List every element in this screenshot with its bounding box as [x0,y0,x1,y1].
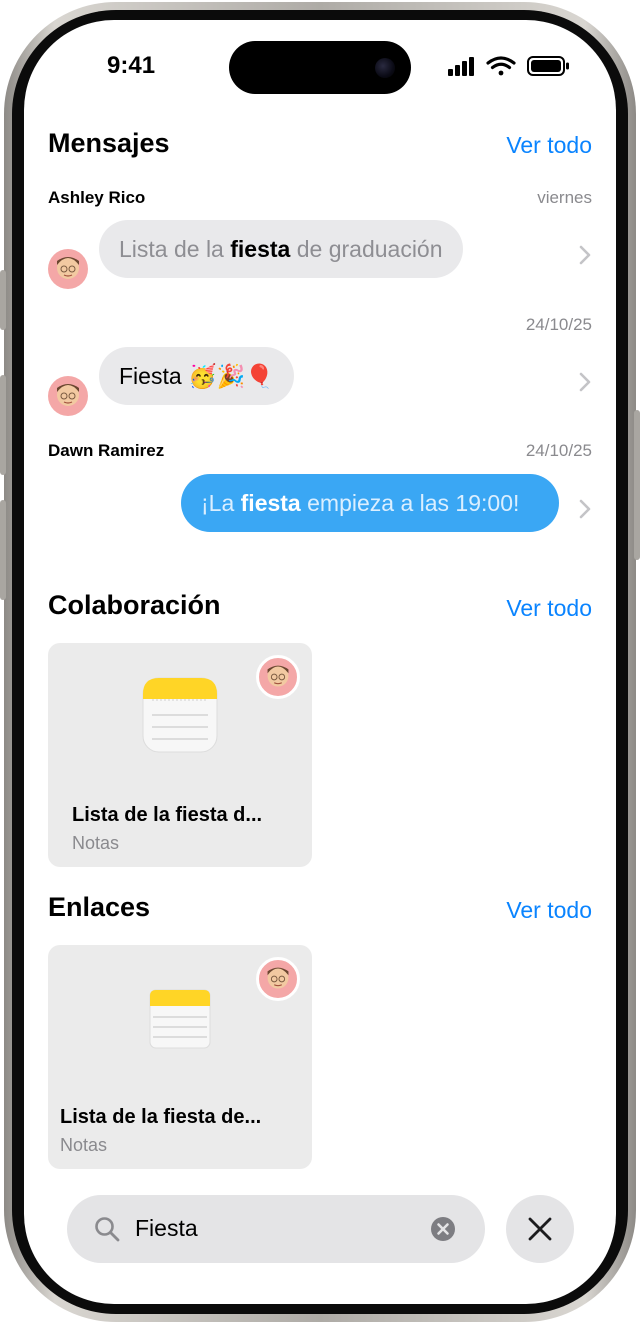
message-sender: Ashley Rico [48,188,146,207]
search-icon [95,1217,120,1242]
clear-icon[interactable] [430,1216,456,1242]
card-title: Lista de la fiesta de... [60,1106,262,1128]
wifi-icon [486,56,516,76]
messages-see-all-link[interactable]: Ver todo [506,132,592,159]
card-app-name: Notas [60,1135,108,1155]
notes-icon [142,677,218,753]
battery-icon [527,56,569,76]
message-text-post: de graduación [290,235,443,262]
message-date: viernes [537,188,592,207]
message-bubble-sent[interactable]: ¡La fiesta empieza a las 19:00! [181,474,559,532]
memoji-avatar [48,376,88,416]
chevron-right-icon[interactable] [578,498,592,520]
link-card[interactable]: Lista de la fiesta de... Notas [48,945,312,1169]
messages-section-title: Mensajes [48,128,170,158]
camera-icon [375,58,395,78]
memoji-avatar [256,655,300,699]
status-icons [448,56,569,76]
card-title: Lista de la fiesta d... [72,804,263,826]
collaboration-card[interactable]: Lista de la fiesta d... Notas [48,643,312,867]
collaboration-section-title: Colaboración [48,590,221,620]
close-button[interactable] [506,1195,574,1263]
message-bubble-received[interactable]: Lista de la fiesta de graduación [99,220,463,278]
message-text-post: empieza a las 19:00! [300,489,520,516]
card-app-name: Notas [72,833,120,853]
message-text-highlight: Fiesta [119,362,182,389]
links-see-all-link[interactable]: Ver todo [506,897,592,924]
memoji-avatar [48,249,88,289]
search-query[interactable]: Fiesta [135,1215,198,1242]
memoji-avatar [256,957,300,1001]
collaboration-see-all-link[interactable]: Ver todo [506,595,592,622]
message-text-highlight: fiesta [230,235,291,262]
chevron-right-icon[interactable] [578,244,592,266]
message-text-post: 🥳🎉🎈 [181,362,274,389]
notes-icon [149,989,211,1049]
cellular-signal-icon [448,57,474,76]
message-sender: Dawn Ramirez [48,441,165,460]
message-bubble-received[interactable]: Fiesta 🥳🎉🎈 [99,347,294,405]
close-icon [528,1217,552,1241]
search-field[interactable]: Fiesta [67,1195,485,1263]
chevron-right-icon[interactable] [578,371,592,393]
links-section-title: Enlaces [48,892,151,922]
message-text-pre: Lista de la [119,235,231,262]
message-text-pre: ¡La [201,489,241,516]
action-button [0,270,6,330]
power-button [634,410,640,560]
screen: 9:41 Mensajes Ver todo Ashley Rico viern… [24,20,616,1304]
volume-down-button [0,500,6,600]
message-text-highlight: fiesta [240,489,301,516]
dynamic-island [229,41,411,94]
status-time: 9:41 [107,52,156,79]
message-date: 24/10/25 [525,441,592,460]
volume-up-button [0,375,6,475]
message-date: 24/10/25 [525,315,592,334]
